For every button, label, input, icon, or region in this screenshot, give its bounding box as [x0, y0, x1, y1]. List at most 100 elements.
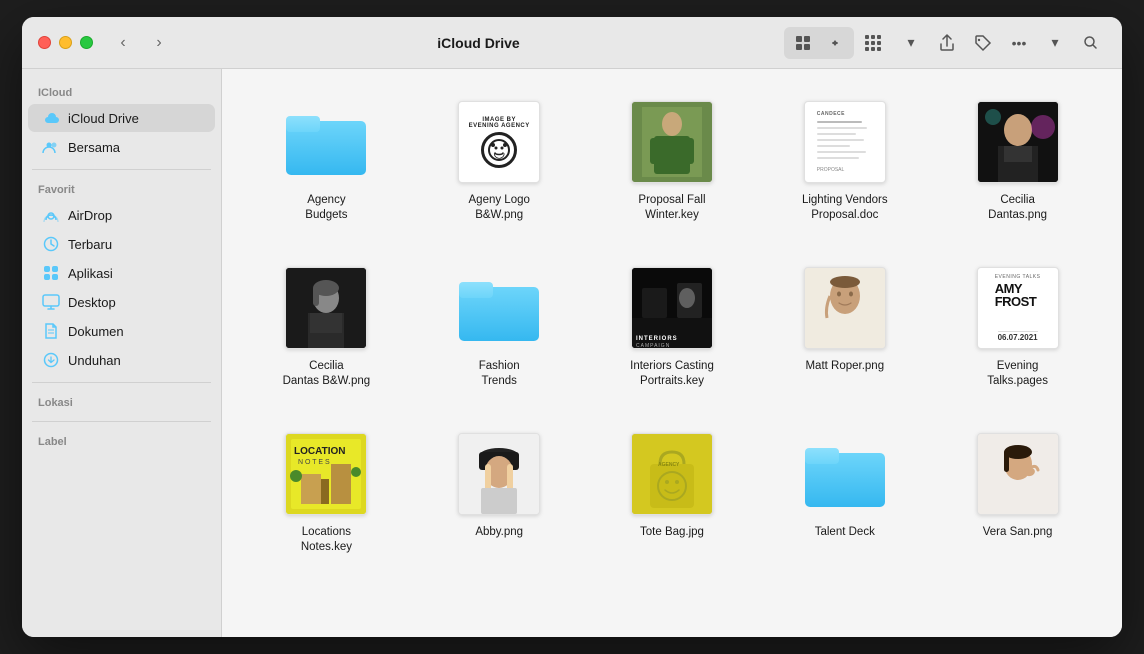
file-name: Tote Bag.jpg: [640, 525, 704, 540]
sidebar-item-terbaru[interactable]: Terbaru: [28, 230, 215, 258]
file-thumb: [454, 429, 544, 519]
file-item-vera-san[interactable]: Vera San.png: [937, 421, 1098, 563]
sidebar-section-favorit: Favorit: [22, 178, 221, 200]
file-preview: [804, 267, 886, 349]
back-button[interactable]: ‹: [109, 29, 137, 57]
toolbar-right: ▾ ••• ▾: [784, 27, 1106, 59]
clock-icon: [42, 235, 60, 253]
svg-text:INTERIORS: INTERIORS: [636, 336, 678, 342]
file-item-proposal-fall[interactable]: Proposal FallWinter.key: [592, 89, 753, 231]
fullscreen-button[interactable]: [80, 36, 93, 49]
file-thumb: LOCATION N O T E S: [281, 429, 371, 519]
sidebar-section-lokasi: Lokasi: [22, 391, 221, 413]
file-preview: LOCATION N O T E S: [285, 433, 367, 515]
file-thumb: [973, 429, 1063, 519]
file-preview: INTERIORS CAMPAIGN: [631, 267, 713, 349]
apps-icon: [42, 264, 60, 282]
file-name: Matt Roper.png: [805, 359, 884, 374]
file-name: Interiors CastingPortraits.key: [630, 359, 714, 389]
file-item-talent-deck[interactable]: Talent Deck: [764, 421, 925, 563]
group-view-button[interactable]: [860, 29, 890, 57]
file-preview: [458, 433, 540, 515]
person-2-icon: [42, 138, 60, 156]
file-thumb: EVENING TALKS AMYFROST 06.07.2021: [973, 263, 1063, 353]
file-name: Abby.png: [475, 525, 523, 540]
file-item-locations-notes[interactable]: LOCATION N O T E S LocationsNotes.key: [246, 421, 407, 563]
sidebar: iCloud iCloud Drive Bersama: [22, 69, 222, 637]
sidebar-label: Aplikasi: [68, 266, 113, 281]
file-preview: AGENCY: [631, 433, 713, 515]
sidebar-item-dokumen[interactable]: Dokumen: [28, 317, 215, 345]
divider: [32, 421, 211, 422]
tag-button[interactable]: [968, 29, 998, 57]
more-button[interactable]: •••: [1004, 29, 1034, 57]
minimize-button[interactable]: [59, 36, 72, 49]
file-item-evening-talks[interactable]: EVENING TALKS AMYFROST 06.07.2021 Evenin…: [937, 255, 1098, 397]
file-thumb: AGENCY: [627, 429, 717, 519]
cloud-icon: [42, 109, 60, 127]
file-item-interiors-casting[interactable]: INTERIORS CAMPAIGN Interiors CastingPort…: [592, 255, 753, 397]
file-preview: [631, 101, 713, 183]
search-button[interactable]: [1076, 29, 1106, 57]
sidebar-label: Bersama: [68, 140, 120, 155]
file-preview: EVENING TALKS AMYFROST 06.07.2021: [977, 267, 1059, 349]
forward-button[interactable]: ›: [145, 29, 173, 57]
file-thumb: [281, 97, 371, 187]
file-name: CeciliaDantas.png: [988, 193, 1047, 223]
divider: [32, 382, 211, 383]
file-name: Lighting VendorsProposal.doc: [802, 193, 888, 223]
file-thumb: [973, 97, 1063, 187]
close-button[interactable]: [38, 36, 51, 49]
file-thumb: [800, 429, 890, 519]
svg-text:LOCATION: LOCATION: [294, 446, 345, 457]
file-name: Vera San.png: [983, 525, 1053, 540]
sidebar-item-bersama[interactable]: Bersama: [28, 133, 215, 161]
sidebar-section-icloud: iCloud: [22, 81, 221, 103]
divider: [32, 169, 211, 170]
file-item-agency-budgets[interactable]: AgencyBudgets: [246, 89, 407, 231]
file-item-tote-bag[interactable]: AGENCY Tote Bag.jpg: [592, 421, 753, 563]
file-thumb: IMAGE BYEVENING AGENCY: [454, 97, 544, 187]
file-item-cecilia-bw[interactable]: CeciliaDantas B&W.png: [246, 255, 407, 397]
doc-icon: [42, 322, 60, 340]
traffic-lights: [38, 36, 93, 49]
sidebar-label: iCloud Drive: [68, 111, 139, 126]
sidebar-item-airdrop[interactable]: AirDrop: [28, 201, 215, 229]
file-item-matt-roper[interactable]: Matt Roper.png: [764, 255, 925, 397]
sidebar-label: AirDrop: [68, 208, 112, 223]
grid-view-button[interactable]: [788, 29, 818, 57]
file-name: Proposal FallWinter.key: [638, 193, 705, 223]
file-thumb: INTERIORS CAMPAIGN: [627, 263, 717, 353]
sidebar-item-aplikasi[interactable]: Aplikasi: [28, 259, 215, 287]
sidebar-item-desktop[interactable]: Desktop: [28, 288, 215, 316]
sidebar-item-unduhan[interactable]: Unduhan: [28, 346, 215, 374]
share-button[interactable]: [932, 29, 962, 57]
file-name: Talent Deck: [815, 525, 875, 540]
sidebar-item-icloud-drive[interactable]: iCloud Drive: [28, 104, 215, 132]
sidebar-label: Desktop: [68, 295, 116, 310]
file-preview: CANDECE PROPOSAL: [804, 101, 886, 183]
file-thumb: [454, 263, 544, 353]
titlebar: ‹ › iCloud Drive: [22, 17, 1122, 69]
file-item-abby[interactable]: Abby.png: [419, 421, 580, 563]
file-preview: IMAGE BYEVENING AGENCY: [458, 101, 540, 183]
more-chevron-button[interactable]: ▾: [1040, 29, 1070, 57]
file-name: AgencyBudgets: [305, 193, 347, 223]
file-name: CeciliaDantas B&W.png: [283, 359, 371, 389]
file-thumb: [627, 97, 717, 187]
file-item-ageny-logo[interactable]: IMAGE BYEVENING AGENCY Ageny LogoB&W.png: [419, 89, 580, 231]
sidebar-section-label: Label: [22, 430, 221, 452]
sidebar-label: Unduhan: [68, 353, 121, 368]
file-thumb: [281, 263, 371, 353]
file-item-lighting-vendors[interactable]: CANDECE PROPOSAL: [764, 89, 925, 231]
file-preview: [977, 433, 1059, 515]
file-item-fashion-trends[interactable]: FashionTrends: [419, 255, 580, 397]
window-title: iCloud Drive: [181, 35, 776, 51]
svg-text:N O T E S: N O T E S: [298, 459, 330, 466]
finder-window: ‹ › iCloud Drive: [22, 17, 1122, 637]
group-sort-button[interactable]: ▾: [896, 29, 926, 57]
file-item-cecilia-dantas[interactable]: CeciliaDantas.png: [937, 89, 1098, 231]
sort-button[interactable]: [820, 29, 850, 57]
svg-text:CAMPAIGN: CAMPAIGN: [636, 343, 670, 348]
sidebar-label: Terbaru: [68, 237, 112, 252]
